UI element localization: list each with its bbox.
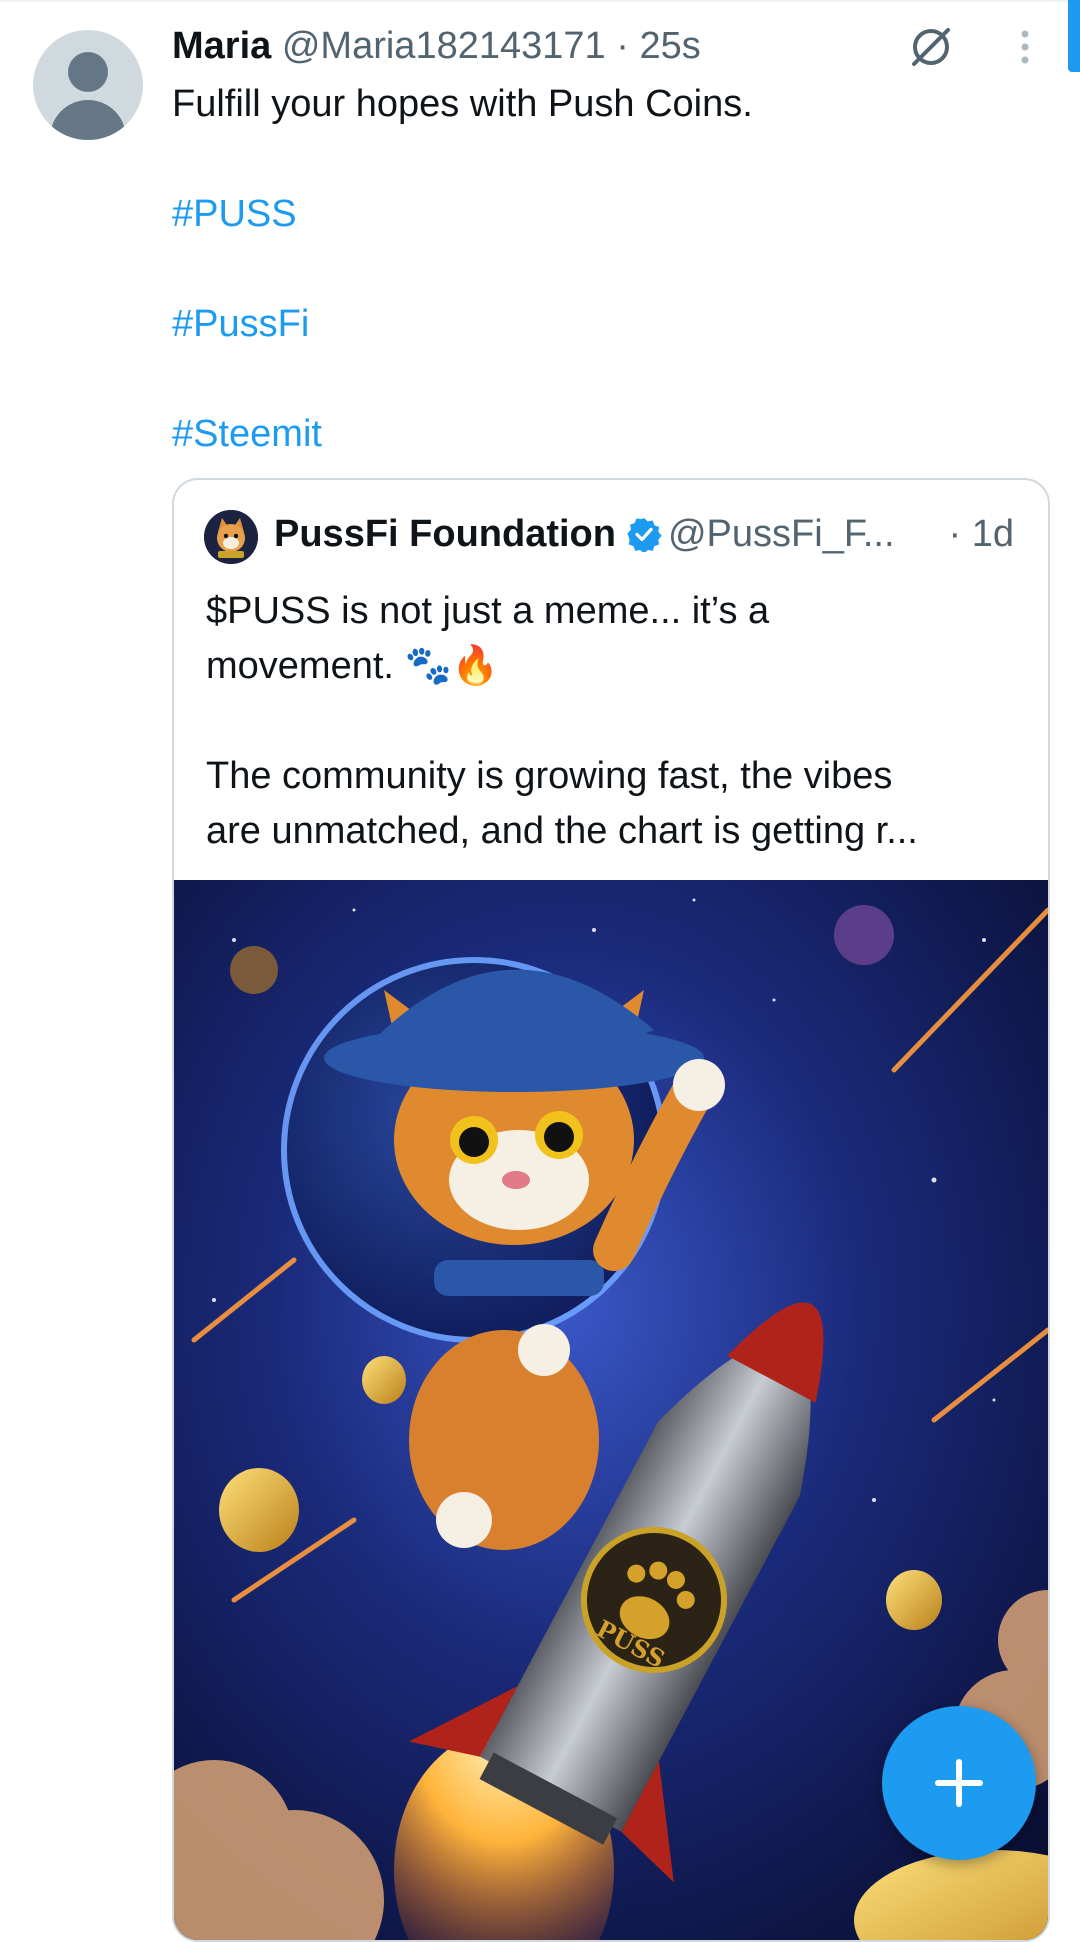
top-divider xyxy=(0,0,1080,2)
quote-author-name[interactable]: PussFi Foundation xyxy=(274,513,616,555)
post-header: Maria @Maria182143171 · 25s xyxy=(172,22,701,70)
quote-avatar[interactable] xyxy=(204,510,258,564)
author-avatar[interactable] xyxy=(33,30,143,140)
hashtag-link[interactable]: #Steemit xyxy=(172,410,322,458)
quote-text-line: movement. 🐾🔥 xyxy=(206,645,500,687)
hashtag-link[interactable]: #PUSS xyxy=(172,190,297,238)
quote-text-line: The community is growing fast, the vibes xyxy=(206,755,893,797)
quote-time[interactable]: · 1d xyxy=(949,506,1014,562)
quote-header: PussFi Foundation @PussFi_F... xyxy=(274,506,895,562)
hashtag-link[interactable]: #PussFi xyxy=(172,300,309,348)
quote-text-line: are unmatched, and the chart is getting … xyxy=(206,810,918,852)
scroll-indicator[interactable] xyxy=(1068,0,1080,72)
compose-button[interactable] xyxy=(882,1706,1036,1860)
plus-icon xyxy=(935,1759,983,1807)
no-entry-icon[interactable] xyxy=(908,24,954,70)
post-time[interactable]: 25s xyxy=(639,25,700,67)
default-avatar-icon xyxy=(68,52,108,92)
separator-dot: · xyxy=(616,25,629,67)
more-vertical-icon[interactable] xyxy=(1012,26,1038,72)
author-name[interactable]: Maria xyxy=(172,25,271,67)
verified-badge-icon xyxy=(627,517,662,552)
post-text: Fulfill your hopes with Push Coins. xyxy=(172,83,753,125)
quote-text-line: $PUSS is not just a meme... it’s a xyxy=(206,590,770,632)
author-handle[interactable]: @Maria182143171 xyxy=(282,25,606,67)
quote-author-handle[interactable]: @PussFi_F... xyxy=(668,513,895,555)
